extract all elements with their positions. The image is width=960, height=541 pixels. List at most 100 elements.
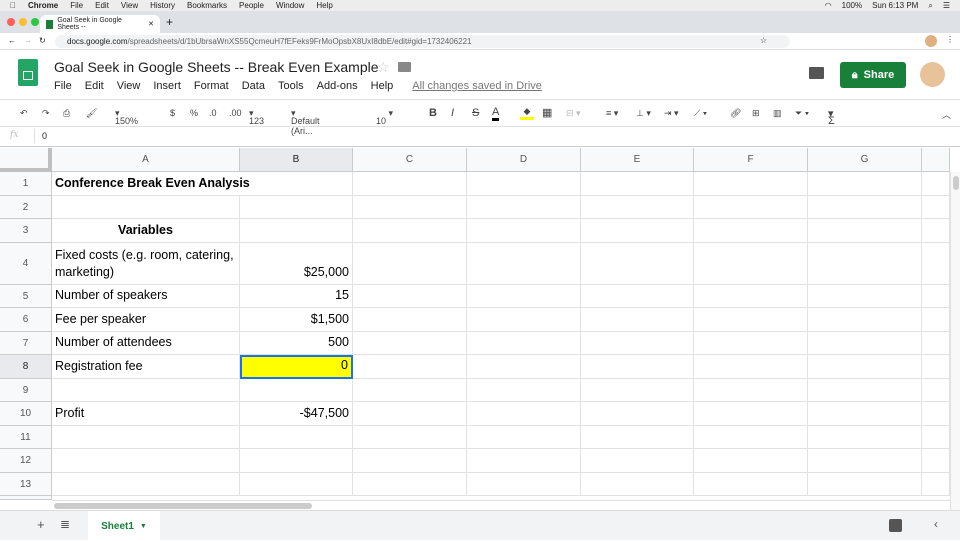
cell-G11[interactable] <box>808 426 922 449</box>
os-menu-people[interactable]: People <box>239 1 264 10</box>
menu-view[interactable]: View <box>117 80 141 92</box>
cell-C13[interactable] <box>353 473 467 496</box>
currency-format-button[interactable]: $ <box>170 108 175 118</box>
user-avatar[interactable] <box>920 62 945 87</box>
row-header-2[interactable]: 2 <box>0 196 52 219</box>
cell-F9[interactable] <box>694 379 808 402</box>
column-header-c[interactable]: C <box>353 148 467 172</box>
cell-E12[interactable] <box>581 449 694 473</box>
collapse-toolbar-icon[interactable]: ︿ <box>942 108 951 121</box>
save-status-link[interactable]: All changes saved in Drive <box>412 80 542 92</box>
cell-G1[interactable] <box>808 172 922 196</box>
print-icon[interactable]: ⎙ <box>63 108 70 119</box>
cell-F2[interactable] <box>694 196 808 219</box>
row-header-4[interactable]: 4 <box>0 243 52 285</box>
cell-G8[interactable] <box>808 355 922 379</box>
cell-A5[interactable]: Number of speakers <box>52 285 240 308</box>
cell-C12[interactable] <box>353 449 467 473</box>
cell-F13[interactable] <box>694 473 808 496</box>
zoom-select[interactable]: 150% ▾ <box>115 108 138 126</box>
os-menu-help[interactable]: Help <box>316 1 332 10</box>
row-header-1[interactable]: 1 <box>0 172 52 196</box>
wifi-icon[interactable]: ◠ <box>825 1 832 10</box>
strikethrough-button[interactable]: S <box>472 107 479 119</box>
chrome-menu-icon[interactable]: ⋮ <box>946 35 954 44</box>
row-header-6[interactable]: 6 <box>0 308 52 332</box>
cell-B7[interactable]: 500 <box>240 332 353 355</box>
cell-F6[interactable] <box>694 308 808 332</box>
cell-B6[interactable]: $1,500 <box>240 308 353 332</box>
cell-E7[interactable] <box>581 332 694 355</box>
comments-icon[interactable] <box>809 67 824 79</box>
italic-button[interactable]: I <box>451 107 454 119</box>
menu-addons[interactable]: Add-ons <box>317 80 358 92</box>
cell-A2[interactable] <box>52 196 240 219</box>
column-header-a[interactable]: A <box>52 148 240 172</box>
cell-D1[interactable] <box>467 172 581 196</box>
font-size-select[interactable]: 10 ▾ <box>376 108 393 126</box>
row-header-5[interactable]: 5 <box>0 285 52 308</box>
cell-C3[interactable] <box>353 219 467 243</box>
horizontal-align-icon[interactable]: ≡ ▾ <box>606 108 618 119</box>
spotlight-icon[interactable]: ⌕ <box>928 1 932 11</box>
cell-A7[interactable]: Number of attendees <box>52 332 240 355</box>
apple-icon[interactable]:  <box>10 1 16 10</box>
cell-A6[interactable]: Fee per speaker <box>52 308 240 332</box>
url-input[interactable]: docs.google.com/spreadsheets/d/1bUbrsaWn… <box>55 35 790 48</box>
cell-C9[interactable] <box>353 379 467 402</box>
cell-G10[interactable] <box>808 402 922 426</box>
decrease-decimal-button[interactable]: .0 <box>209 108 217 118</box>
cell-E6[interactable] <box>581 308 694 332</box>
cell-B11[interactable] <box>240 426 353 449</box>
cell-F8[interactable] <box>694 355 808 379</box>
cell-G13[interactable] <box>808 473 922 496</box>
cell-B10[interactable]: -$47,500 <box>240 402 353 426</box>
cell-B8[interactable]: 0 <box>240 355 353 379</box>
cell-F4[interactable] <box>694 243 808 285</box>
text-rotation-icon[interactable]: ⟋ ▾ <box>694 108 707 119</box>
close-tab-icon[interactable]: ✕ <box>148 20 154 28</box>
row-header-7[interactable]: 7 <box>0 332 52 355</box>
link-icon[interactable]: 🔗︎ <box>730 108 741 119</box>
all-sheets-icon[interactable]: ≣ <box>60 517 70 531</box>
cell-C7[interactable] <box>353 332 467 355</box>
os-menu-history[interactable]: History <box>150 1 175 10</box>
cell-F3[interactable] <box>694 219 808 243</box>
sheet-tab-sheet1[interactable]: Sheet1 ▼ <box>88 511 160 541</box>
text-wrap-icon[interactable]: ⇥ ▾ <box>664 108 679 119</box>
text-color-button[interactable]: A <box>492 106 500 121</box>
os-menu-view[interactable]: View <box>121 1 138 10</box>
minimize-window-button[interactable] <box>19 18 27 26</box>
column-header-b[interactable]: B <box>240 148 353 172</box>
cell-A13[interactable] <box>52 473 240 496</box>
cell-B5[interactable]: 15 <box>240 285 353 308</box>
folder-icon[interactable] <box>398 62 411 72</box>
cell-C5[interactable] <box>353 285 467 308</box>
row-header-13[interactable]: 13 <box>0 473 52 496</box>
app-name[interactable]: Chrome <box>28 1 58 10</box>
cell-E9[interactable] <box>581 379 694 402</box>
cell-C8[interactable] <box>353 355 467 379</box>
bold-button[interactable]: B <box>429 107 437 119</box>
cell-D13[interactable] <box>467 473 581 496</box>
insert-chart-icon[interactable]: ▥ <box>773 108 782 119</box>
cell-E4[interactable] <box>581 243 694 285</box>
menu-format[interactable]: Format <box>194 80 229 92</box>
cell-C10[interactable] <box>353 402 467 426</box>
column-header-e[interactable]: E <box>581 148 694 172</box>
cell-F11[interactable] <box>694 426 808 449</box>
menu-edit[interactable]: Edit <box>85 80 104 92</box>
merge-cells-icon[interactable]: ⊟ ▾ <box>566 108 581 119</box>
cell-F5[interactable] <box>694 285 808 308</box>
profile-avatar[interactable] <box>925 35 937 47</box>
cell-C6[interactable] <box>353 308 467 332</box>
collapse-side-panel-icon[interactable]: ‹ <box>934 517 938 531</box>
cell-A9[interactable] <box>52 379 240 402</box>
column-header-f[interactable]: F <box>694 148 808 172</box>
close-window-button[interactable] <box>7 18 15 26</box>
cell-F1[interactable] <box>694 172 808 196</box>
cell-E8[interactable] <box>581 355 694 379</box>
cell-B9[interactable] <box>240 379 353 402</box>
cell-C4[interactable] <box>353 243 467 285</box>
font-select[interactable]: Default (Ari... ▾ <box>291 108 320 136</box>
